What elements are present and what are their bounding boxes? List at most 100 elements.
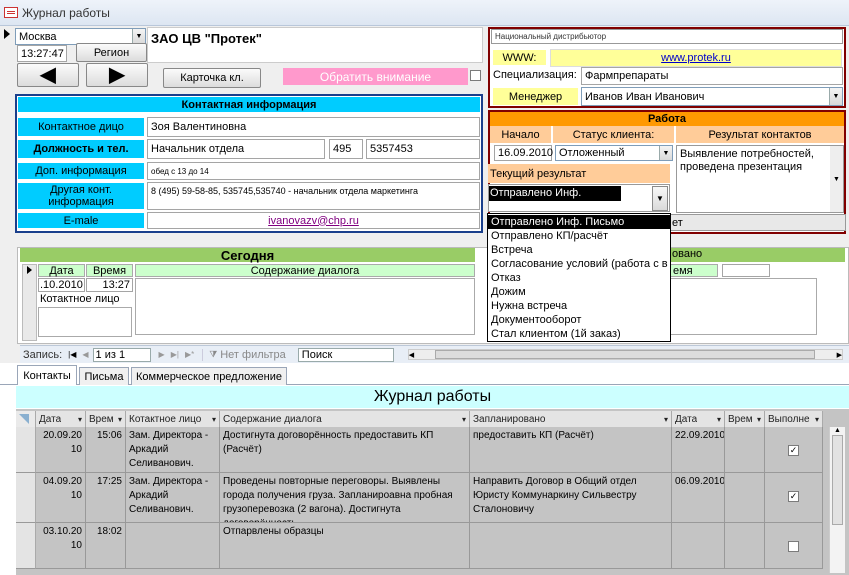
table-cell[interactable]: 15:06 xyxy=(86,427,126,473)
result-scrollbar[interactable]: ▼ xyxy=(830,146,843,212)
sort-arrow-icon[interactable]: ▾ xyxy=(118,415,122,424)
today-extra-field[interactable] xyxy=(722,264,770,277)
option-item[interactable]: Отправлено Инф. Письмо xyxy=(488,215,670,229)
sort-arrow-icon[interactable]: ▾ xyxy=(717,415,721,424)
option-item[interactable]: Нужна встреча xyxy=(488,299,670,313)
table-row[interactable]: 03.10.2010 18:02 Отпарвлены образцы xyxy=(16,523,829,569)
sort-arrow-icon[interactable]: ▾ xyxy=(664,415,668,424)
table-cell[interactable]: Отпарвлены образцы xyxy=(220,523,470,569)
new-record-icon[interactable]: ▶* xyxy=(185,350,194,359)
manager-select[interactable]: Иванов Иван Иванович ▼ xyxy=(581,87,843,106)
next-record-button[interactable]: ▶ xyxy=(86,63,148,87)
option-item[interactable]: Согласование условий (работа с в xyxy=(488,257,670,271)
table-cell[interactable]: 18:02 xyxy=(86,523,126,569)
row-selector[interactable] xyxy=(16,427,36,473)
record-selector-icon[interactable] xyxy=(4,29,10,39)
spec-field[interactable]: Фармпрепараты xyxy=(581,67,843,85)
client-card-button[interactable]: Карточка кл. xyxy=(163,68,261,88)
today-time-field[interactable]: 13:27 xyxy=(86,278,133,292)
scroll-right-icon[interactable]: ▶ xyxy=(837,351,842,359)
tab-commercial-offer[interactable]: Коммерческое предложение xyxy=(131,367,287,385)
last-record-icon[interactable]: ▶| xyxy=(171,350,179,359)
done-checkbox[interactable] xyxy=(788,541,799,552)
today-contact-field[interactable] xyxy=(38,307,132,337)
table-cell[interactable] xyxy=(672,523,725,569)
today-content-field[interactable] xyxy=(135,278,475,335)
table-row[interactable]: 04.09.2010 17:25 Зам. Директора - Аркадий … xyxy=(16,473,829,523)
table-cell[interactable] xyxy=(725,473,765,523)
result-field[interactable]: Выявление потребностей, проведена презен… xyxy=(676,145,844,213)
done-cell[interactable]: ✓ xyxy=(765,427,823,473)
journal-vscroll[interactable]: ▲ xyxy=(829,427,845,573)
table-cell[interactable]: 20.09.2010 xyxy=(36,427,86,473)
journal-col-header[interactable]: Запланировано ▾ xyxy=(470,411,672,427)
prev-record-icon[interactable]: ◀ xyxy=(82,350,88,359)
start-field[interactable]: 16.09.2010 xyxy=(494,145,553,161)
position-field[interactable]: Начальник отдела xyxy=(147,139,325,159)
sort-arrow-icon[interactable]: ▾ xyxy=(815,415,819,424)
journal-corner[interactable] xyxy=(16,411,36,427)
row-selector[interactable] xyxy=(16,473,36,523)
first-record-icon[interactable]: |◀ xyxy=(68,350,76,359)
journal-col-header[interactable]: Выполне ▾ xyxy=(765,411,823,427)
option-item[interactable]: Дожим xyxy=(488,285,670,299)
today-row-selector[interactable] xyxy=(22,264,37,341)
done-cell[interactable]: ✓ xyxy=(765,473,823,523)
chevron-down-icon[interactable]: ▼ xyxy=(132,29,145,44)
person-field[interactable]: Зоя Валентиновна xyxy=(147,117,480,137)
table-cell[interactable] xyxy=(725,523,765,569)
option-item[interactable]: Встреча xyxy=(488,243,670,257)
done-cell[interactable] xyxy=(765,523,823,569)
table-cell[interactable]: предоставить КП (Расчёт) xyxy=(470,427,672,473)
horizontal-scrollbar[interactable]: ◀ ▶ xyxy=(407,349,843,360)
table-cell[interactable]: Зам. Директора - Аркадий Селиванович. xyxy=(126,427,220,473)
table-cell[interactable]: Достигнута договорённость предоставить К… xyxy=(220,427,470,473)
hidden-button[interactable]: ет xyxy=(670,214,846,231)
table-cell[interactable]: Зам. Директора - Аркадий Селиванович. xyxy=(126,473,220,523)
table-cell[interactable] xyxy=(126,523,220,569)
scroll-thumb[interactable] xyxy=(435,350,816,359)
today-date-field[interactable]: .10.2010 xyxy=(38,278,85,292)
sort-arrow-icon[interactable]: ▾ xyxy=(78,415,82,424)
tab-letters[interactable]: Письма xyxy=(79,367,129,385)
table-cell[interactable]: 04.09.2010 xyxy=(36,473,86,523)
sort-arrow-icon[interactable]: ▾ xyxy=(462,415,466,424)
option-item[interactable]: Стал клиентом (1й заказ) xyxy=(488,327,670,341)
option-item[interactable]: Отказ xyxy=(488,271,670,285)
record-counter[interactable]: 1 из 1 xyxy=(92,347,151,362)
scroll-thumb[interactable] xyxy=(832,435,843,525)
table-cell[interactable]: Проведены повторные переговоры. Выявлены… xyxy=(220,473,470,523)
next-record-icon[interactable]: ▶ xyxy=(159,350,165,359)
phone-number-field[interactable]: 5357453 xyxy=(366,139,480,159)
www-link[interactable]: www.protek.ru xyxy=(550,49,842,67)
chevron-down-icon[interactable]: ▼ xyxy=(829,88,842,105)
other-contact-field[interactable]: 8 (495) 59-58-85, 535745,535740 - началь… xyxy=(147,182,480,210)
row-selector[interactable] xyxy=(16,523,36,569)
chevron-down-icon[interactable]: ▼ xyxy=(659,146,672,160)
journal-col-header[interactable]: Дата ▾ xyxy=(672,411,725,427)
table-cell[interactable]: 03.10.2010 xyxy=(36,523,86,569)
scroll-left-icon[interactable]: ◀ xyxy=(409,351,414,359)
table-cell[interactable] xyxy=(725,427,765,473)
table-cell[interactable]: 22.09.2010 xyxy=(672,427,725,473)
sort-arrow-icon[interactable]: ▾ xyxy=(757,415,761,424)
today-planned-field[interactable] xyxy=(670,278,817,335)
journal-col-header[interactable]: Содержание диалога ▾ xyxy=(220,411,470,427)
email-link[interactable]: ivanovazv@chp.ru xyxy=(147,212,480,229)
done-checkbox[interactable]: ✓ xyxy=(788,445,799,456)
option-item[interactable]: Документооборот xyxy=(488,313,670,327)
journal-col-header[interactable]: Врем ▾ xyxy=(725,411,765,427)
scroll-up-icon[interactable]: ▲ xyxy=(830,427,845,434)
table-row[interactable]: 20.09.2010 15:06 Зам. Директора - Аркадий … xyxy=(16,427,829,473)
current-result-dropdown[interactable]: ▼ xyxy=(652,186,668,211)
table-cell[interactable]: Направить Договор в Общий отдел Юристу К… xyxy=(470,473,672,523)
extra-info-field[interactable]: обед с 13 до 14 xyxy=(147,162,480,180)
table-cell[interactable] xyxy=(470,523,672,569)
journal-col-header[interactable]: Котактное лицо ▾ xyxy=(126,411,220,427)
sort-arrow-icon[interactable]: ▾ xyxy=(212,415,216,424)
search-box[interactable]: Поиск xyxy=(297,347,394,362)
done-checkbox[interactable]: ✓ xyxy=(788,491,799,502)
filter-indicator[interactable]: ⧩ Нет фильтра xyxy=(202,348,286,361)
table-cell[interactable]: 06.09.2010 xyxy=(672,473,725,523)
attention-checkbox[interactable] xyxy=(470,70,481,81)
